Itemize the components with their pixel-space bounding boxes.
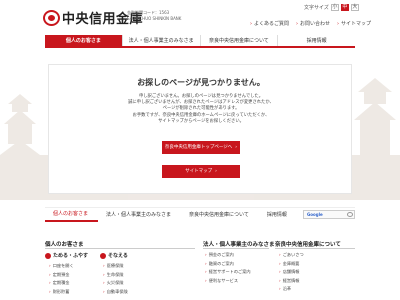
footer-subhead-label[interactable]: そなえる — [108, 252, 128, 259]
site-header: 中央信用金庫 金融機関コード：1563 SAGA CHUO SHINKIN BA… — [0, 0, 400, 34]
footer-link[interactable]: 火災保険 — [103, 279, 128, 288]
error-message: 申し訳ございません。お探しのページは見つかりませんでした。 誠に申し訳ございませ… — [49, 94, 353, 125]
footer-subhead-label[interactable]: ためる・ふやす — [53, 252, 88, 259]
font-size-switcher: 文字サイズ 小 中 大 — [304, 4, 359, 11]
footer-link[interactable]: 経営情報 — [279, 277, 304, 286]
error-card: お探しのページが見つかりません。 申し訳ございません。お探しのページは見つかりま… — [48, 64, 352, 194]
footer-link[interactable]: 店舗情報 — [279, 268, 304, 277]
sitemap-link[interactable]: サイトマップ — [337, 20, 371, 27]
piggy-bank-icon — [45, 252, 51, 259]
font-size-small-button[interactable]: 小 — [330, 4, 339, 11]
global-nav: 個人のお客さま 法人・個人事業主のみなさま 奈良中央信用金庫について 採用情報 — [45, 35, 355, 48]
footer-link[interactable]: 自動車保険 — [103, 288, 128, 297]
site-search-input[interactable]: Google — [303, 210, 355, 219]
footer-subhead-prepare: そなえる — [100, 252, 128, 259]
bank-english-name: SAGA CHUO SHINKIN BANK — [127, 16, 182, 21]
footer-link[interactable]: 口座を開く — [49, 262, 74, 271]
sitemap-button[interactable]: サイトマップ — [162, 165, 240, 178]
footer-link[interactable]: 便利なサービス — [205, 277, 251, 286]
search-brand-label: Google — [307, 212, 323, 217]
footer-link[interactable]: ごあいさつ — [279, 251, 304, 260]
footer-link[interactable]: 金庫概要 — [279, 260, 304, 269]
footer-nav-recruit[interactable]: 採用情報 — [259, 209, 297, 221]
nav-about[interactable]: 奈良中央信用金庫について — [201, 35, 279, 46]
font-size-label: 文字サイズ — [304, 5, 329, 11]
font-size-large-button[interactable]: 大 — [350, 4, 359, 11]
contact-link[interactable]: お問い合わせ — [296, 20, 330, 27]
header-links: よくあるご質問 お問い合わせ サイトマップ — [250, 20, 371, 27]
font-size-medium-button[interactable]: 中 — [340, 4, 349, 11]
footer-links-about: ごあいさつ 金庫概要 店舗情報 経営情報 沿革 — [279, 251, 304, 294]
page-title: お探しのページが見つかりません。 — [137, 78, 265, 87]
nav-personal[interactable]: 個人のお客さま — [45, 35, 123, 46]
top-page-button[interactable]: 奈良中央信用金庫トップページへ — [162, 141, 240, 154]
footer-col-about-title[interactable]: 奈良中央信用金庫について — [275, 240, 341, 248]
divider — [203, 248, 269, 249]
footer-link[interactable]: 定期預金 — [49, 271, 74, 280]
divider — [45, 248, 195, 249]
footer-link[interactable]: 経営サポートのご案内 — [205, 268, 251, 277]
faq-link[interactable]: よくあるご質問 — [250, 20, 289, 27]
footer-nav: 個人のお客さま 法人・個人事業主のみなさま 奈良中央信用金庫について 採用情報 … — [45, 207, 355, 222]
nav-recruit[interactable]: 採用情報 — [278, 35, 355, 46]
footer-col-personal-title[interactable]: 個人のお客さま — [45, 240, 84, 248]
footer-link[interactable]: 融資のご案内 — [205, 260, 251, 269]
footer-link[interactable]: 定期積金 — [49, 279, 74, 288]
footer-nav-about[interactable]: 奈良中央信用金庫について — [181, 209, 259, 221]
footer-link[interactable]: 財形貯蓄 — [49, 288, 74, 297]
umbrella-icon — [100, 252, 106, 259]
search-icon[interactable] — [347, 212, 353, 217]
footer-link[interactable]: 医療保険 — [103, 262, 128, 271]
bank-info: 金融機関コード：1563 SAGA CHUO SHINKIN BANK — [127, 10, 181, 22]
footer-col-business-title[interactable]: 法人・個人事業主のみなさま — [203, 240, 275, 248]
footer-subhead-save: ためる・ふやす — [45, 252, 88, 259]
footer-nav-business[interactable]: 法人・個人事業主のみなさま — [98, 209, 181, 221]
footer-link[interactable]: 生命保険 — [103, 271, 128, 280]
footer-link[interactable]: 沿革 — [279, 285, 304, 294]
footer-link[interactable]: 預金のご案内 — [205, 251, 251, 260]
divider — [275, 248, 355, 249]
footer-links-prepare: 医療保険 生命保険 火災保険 自動車保険 — [103, 262, 128, 296]
logo-icon[interactable] — [43, 10, 60, 26]
error-message-line: サイトマップからページをお探しください。 — [158, 118, 244, 124]
footer-links-save: 口座を開く 定期預金 定期積金 財形貯蓄 — [49, 262, 74, 296]
footer-nav-personal[interactable]: 個人のお客さま — [45, 208, 99, 222]
footer-links-business: 預金のご案内 融資のご案内 経営サポートのご案内 便利なサービス — [205, 251, 251, 285]
nav-business[interactable]: 法人・個人事業主のみなさま — [123, 35, 201, 46]
